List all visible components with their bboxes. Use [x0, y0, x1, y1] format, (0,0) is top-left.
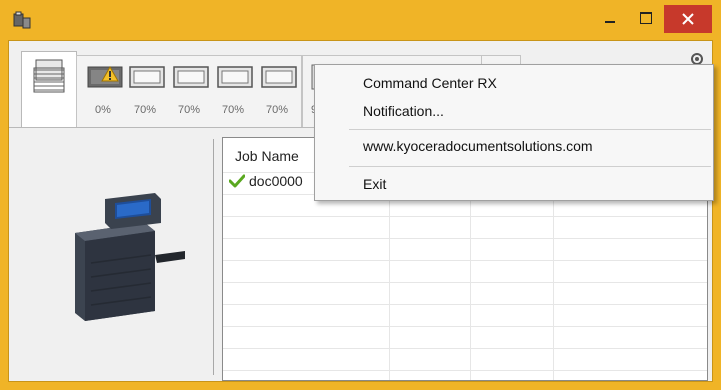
tab-tray-group[interactable]: 0% 70% 70% 70% 70%: [76, 55, 302, 127]
tray-2-icon: [129, 64, 165, 90]
context-menu: Command Center RX Notification... www.ky…: [314, 64, 714, 201]
job-name-cell: doc0000: [249, 173, 303, 189]
menu-separator: [349, 129, 711, 130]
pane-splitter[interactable]: [213, 139, 214, 375]
grid-line: [223, 238, 707, 239]
title-bar[interactable]: [0, 0, 721, 40]
close-button[interactable]: [664, 5, 712, 33]
close-icon: [682, 13, 694, 25]
grid-line: [223, 348, 707, 349]
column-header-job-name[interactable]: Job Name: [235, 148, 299, 164]
grid-line: [223, 260, 707, 261]
printer-device-image: [75, 193, 185, 321]
tray-level: 70%: [265, 104, 289, 116]
stacked-pages-icon: [33, 59, 65, 93]
tray-level: 70%: [133, 104, 157, 116]
menu-item-command-center[interactable]: Command Center RX: [363, 75, 497, 91]
tray-level: 70%: [221, 104, 245, 116]
app-window: 0% 70% 70% 70% 70% Job Name doc0000 Comm…: [0, 0, 721, 390]
tray-5-icon: [261, 64, 297, 90]
warning-icon: [101, 66, 119, 82]
tray-level: 0%: [95, 104, 111, 116]
menu-item-notification[interactable]: Notification...: [363, 103, 444, 119]
grid-line: [223, 282, 707, 283]
tray-4-icon: [217, 64, 253, 90]
grid-line: [223, 304, 707, 305]
window-title: [160, 13, 570, 27]
tab-all-devices[interactable]: [21, 51, 77, 127]
tray-3-icon: [173, 64, 209, 90]
grid-line: [223, 326, 707, 327]
printer-app-icon: [12, 10, 32, 30]
menu-item-exit[interactable]: Exit: [363, 176, 386, 192]
check-icon: [229, 174, 245, 188]
minimize-button[interactable]: [592, 5, 628, 33]
menu-separator: [349, 166, 711, 167]
tray-level: 70%: [177, 104, 201, 116]
menu-item-website[interactable]: www.kyoceradocumentsolutions.com: [363, 138, 593, 154]
grid-line: [223, 216, 707, 217]
maximize-button[interactable]: [628, 5, 664, 33]
grid-line: [223, 370, 707, 371]
